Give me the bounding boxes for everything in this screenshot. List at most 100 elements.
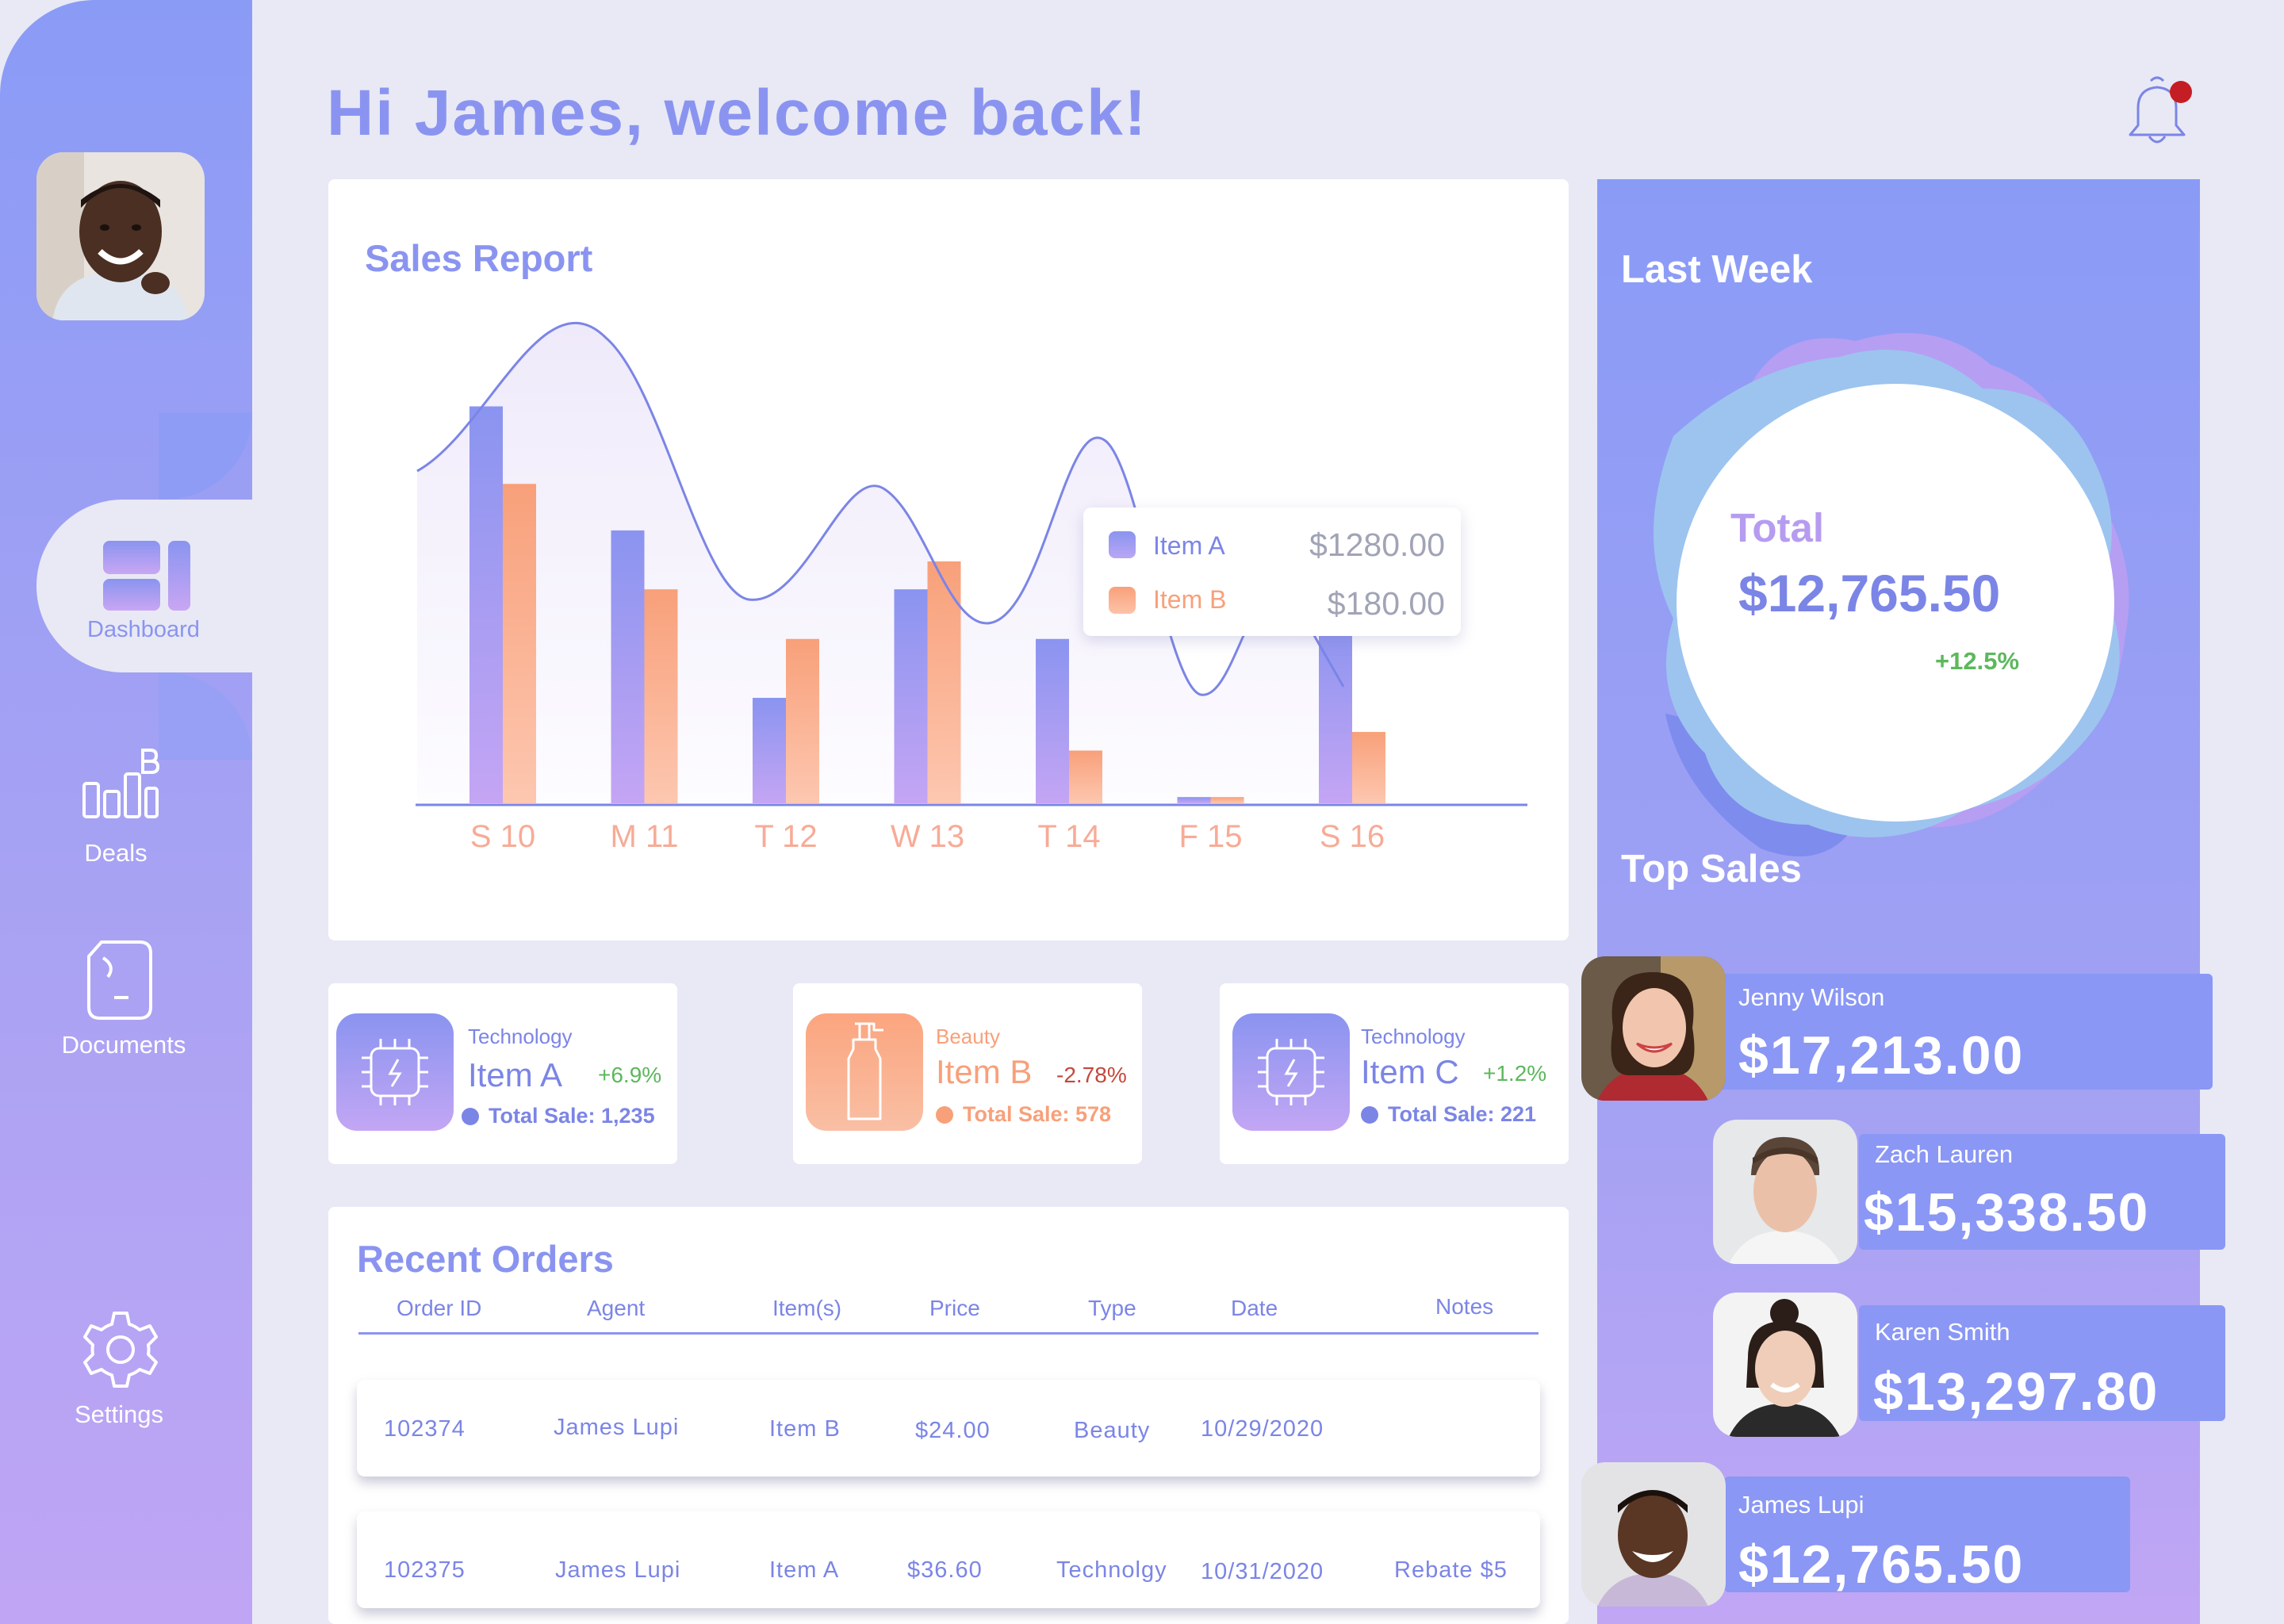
chip-icon	[336, 1013, 454, 1131]
order-date: 10/31/2020	[1201, 1559, 1324, 1584]
item-total: Total Sale: 221	[1361, 1102, 1536, 1127]
bar-item-a[interactable]	[1319, 617, 1352, 803]
item-change: -2.78%	[1056, 1063, 1127, 1087]
order-item: Item A	[769, 1557, 840, 1583]
sidebar-item-label[interactable]: Documents	[13, 1031, 235, 1059]
bar-item-b[interactable]	[1069, 750, 1102, 803]
bar-item-a[interactable]	[1036, 638, 1069, 803]
top-sales-name: Jenny Wilson	[1738, 983, 1885, 1011]
item-name: Item C	[1361, 1053, 1459, 1090]
order-agent: James Lupi	[555, 1557, 681, 1583]
sidebar-item-documents[interactable]	[86, 939, 154, 1025]
chart-tooltip: Item A $1280.00 Item B $180.00	[1083, 508, 1461, 636]
order-type: Technolgy	[1056, 1557, 1167, 1583]
legend-label: Item B	[1153, 585, 1227, 614]
documents-icon	[87, 940, 152, 1020]
bar-item-b[interactable]	[503, 484, 536, 803]
column-header[interactable]: Agent	[587, 1296, 645, 1321]
sidebar-active-bg	[36, 500, 354, 672]
column-header[interactable]: Order ID	[397, 1296, 481, 1321]
order-agent: James Lupi	[554, 1415, 680, 1440]
x-tick-label: T 14	[1037, 819, 1100, 854]
total-value: $12,765.50	[1738, 564, 2001, 622]
legend-swatch-item-b	[1109, 587, 1136, 614]
item-total: Total Sale: 1,235	[462, 1104, 655, 1128]
top-sales-amount: $13,297.80	[1873, 1362, 2159, 1422]
top-sales-title: Top Sales	[1621, 848, 1802, 891]
avatar	[1581, 1462, 1726, 1607]
order-id: 102374	[384, 1416, 466, 1442]
bar-item-a[interactable]	[1177, 797, 1211, 803]
avatar	[1713, 1120, 1857, 1264]
total-change: +12.5%	[1935, 647, 2020, 675]
deals-icon	[82, 749, 160, 818]
sidebar-item-label[interactable]: Deals	[5, 839, 227, 868]
item-change: +6.9%	[598, 1063, 662, 1087]
chip-icon	[1232, 1013, 1350, 1131]
bell-icon	[2129, 76, 2192, 144]
bar-item-b[interactable]	[1352, 732, 1385, 803]
item-total: Total Sale: 578	[936, 1102, 1111, 1127]
x-tick-label: F 15	[1178, 819, 1242, 854]
top-sales-name: James Lupi	[1738, 1491, 1864, 1519]
total-label: Total	[1730, 505, 1825, 550]
item-name: Item B	[936, 1053, 1033, 1090]
legend-value: $1280.00	[1309, 527, 1445, 563]
top-sales-amount: $12,765.50	[1738, 1534, 2025, 1595]
item-category: Technology	[468, 1025, 573, 1048]
avatar	[1581, 956, 1726, 1101]
notification-bell[interactable]	[2119, 73, 2195, 153]
order-notes: Rebate $5	[1394, 1557, 1508, 1583]
column-header[interactable]: Notes	[1435, 1294, 1493, 1320]
top-sales-amount: $17,213.00	[1738, 1025, 2025, 1086]
x-tick-label: W 13	[891, 819, 964, 854]
top-sales-name: Karen Smith	[1875, 1318, 2010, 1346]
top-sales-amount: $15,338.50	[1864, 1182, 2150, 1243]
item-name: Item A	[468, 1056, 563, 1094]
column-header[interactable]: Date	[1231, 1296, 1278, 1321]
bar-item-a[interactable]	[611, 530, 645, 803]
header-divider	[358, 1332, 1539, 1335]
recent-orders-title: Recent Orders	[357, 1238, 614, 1280]
settings-icon	[83, 1312, 158, 1388]
page-title: Hi James, welcome back!	[327, 77, 1148, 149]
item-category: Beauty	[936, 1025, 1000, 1048]
last-week-title: Last Week	[1621, 248, 1813, 291]
order-price: $24.00	[915, 1418, 991, 1443]
order-date: 10/29/2020	[1201, 1416, 1324, 1442]
order-price: $36.60	[907, 1557, 983, 1583]
legend-swatch-item-a	[1109, 531, 1136, 558]
order-item: Item B	[769, 1416, 841, 1442]
item-change: +1.2%	[1483, 1061, 1547, 1086]
x-tick-label: T 12	[754, 819, 817, 854]
column-header[interactable]: Type	[1088, 1296, 1136, 1321]
bar-item-b[interactable]	[786, 638, 819, 803]
bar-item-a[interactable]	[469, 406, 503, 803]
dashboard-icon	[103, 541, 190, 611]
sidebar-item-deals[interactable]	[79, 745, 162, 829]
column-header[interactable]: Price	[929, 1296, 980, 1321]
bar-item-a[interactable]	[894, 589, 928, 803]
x-tick-label: S 10	[470, 819, 535, 854]
x-tick-label: S 16	[1320, 819, 1385, 854]
bar-item-b[interactable]	[1210, 797, 1244, 803]
order-type: Beauty	[1074, 1418, 1151, 1443]
bar-item-b[interactable]	[927, 561, 961, 803]
x-tick-label: M 11	[611, 819, 679, 854]
sidebar-item-label[interactable]: Dashboard	[87, 617, 206, 642]
item-category: Technology	[1361, 1025, 1466, 1048]
top-sales-name: Zach Lauren	[1875, 1140, 2014, 1168]
bar-item-b[interactable]	[644, 589, 678, 803]
avatar	[1713, 1293, 1857, 1437]
sidebar-item-settings[interactable]	[79, 1308, 162, 1395]
sidebar-item-label[interactable]: Settings	[8, 1400, 230, 1429]
notification-badge	[2170, 81, 2192, 103]
legend-value: $180.00	[1327, 585, 1445, 622]
bottle-icon	[806, 1013, 923, 1131]
legend-label: Item A	[1153, 531, 1225, 560]
bar-item-a[interactable]	[753, 698, 786, 803]
order-id: 102375	[384, 1557, 466, 1583]
user-avatar[interactable]	[36, 152, 205, 320]
column-header[interactable]: Item(s)	[772, 1296, 841, 1321]
sidebar-item-dashboard[interactable]	[102, 539, 194, 616]
